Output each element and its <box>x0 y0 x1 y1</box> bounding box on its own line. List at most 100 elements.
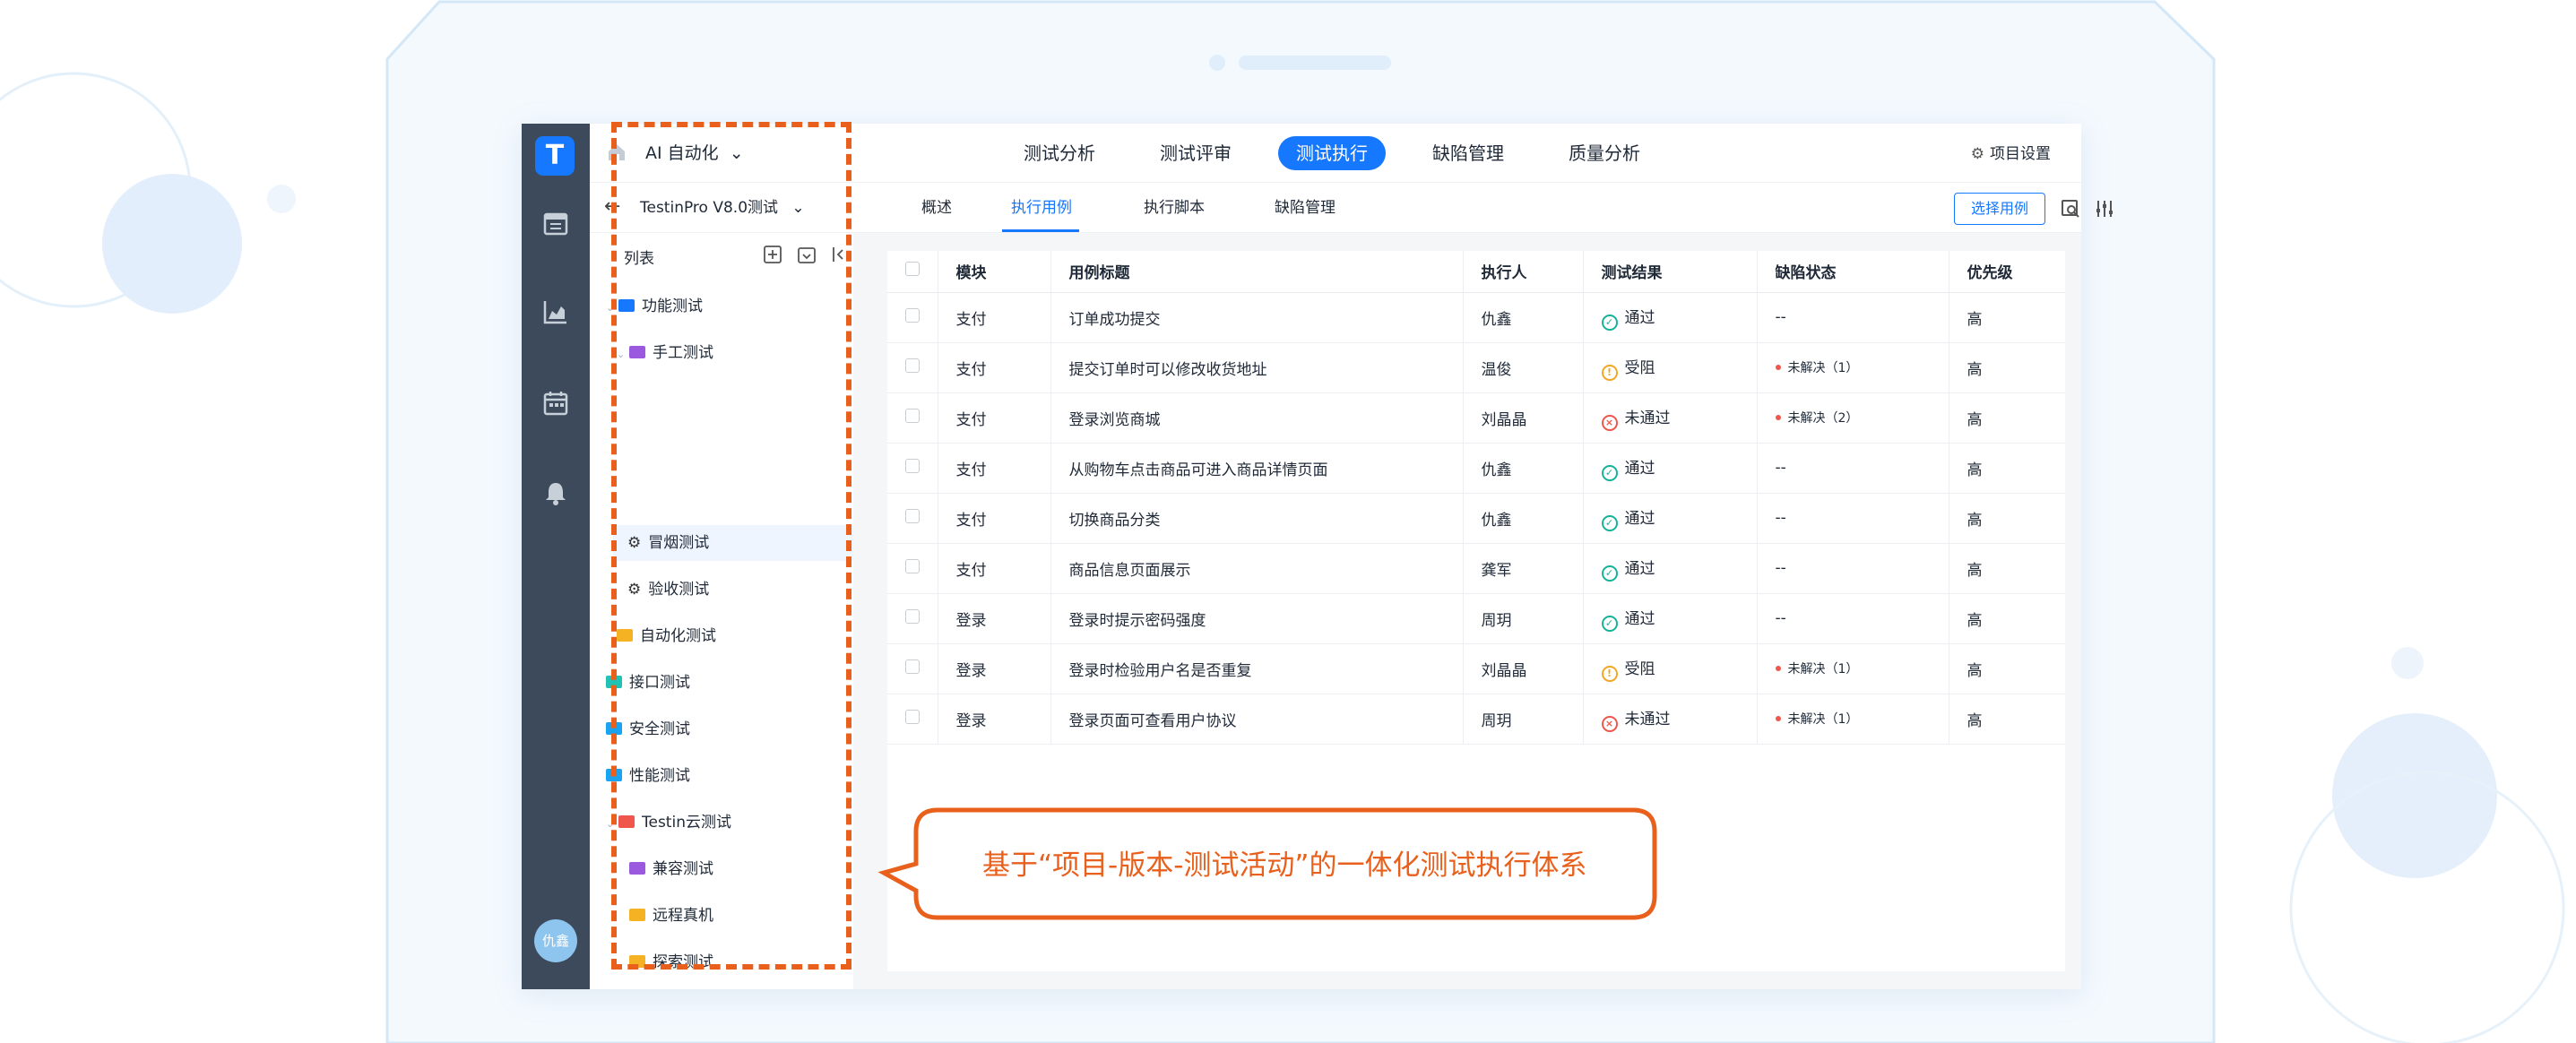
defect-status: -- <box>1775 609 1786 627</box>
row-checkbox[interactable] <box>905 608 920 624</box>
defect-cell: -- <box>1757 493 1949 544</box>
result-cell: ✓ 通过 <box>1583 543 1758 594</box>
result-pass-icon: ✓ <box>1601 514 1618 531</box>
project-settings-button[interactable]: ⚙ 项目设置 <box>1971 142 2051 167</box>
table-row[interactable]: 支付 提交订单时可以修改收货地址 温俊! 受阻 未解决（1） 高 <box>887 342 2065 393</box>
module-cell: 登录 <box>938 593 1051 644</box>
case-title-cell[interactable]: 登录浏览商城 <box>1050 392 1464 444</box>
row-select-cell <box>887 643 938 694</box>
executor-cell: 龚军 <box>1463 543 1584 594</box>
table-row[interactable]: 登录 登录时提示密码强度 周玥 ✓ 通过 -- 高 <box>887 593 2065 644</box>
table-row[interactable]: 支付 订单成功提交 仇鑫 ✓ 通过 -- 高 <box>887 292 2065 343</box>
defect-cell: -- <box>1757 443 1949 494</box>
row-checkbox[interactable] <box>905 659 920 674</box>
subtab-execution-cases[interactable]: 执行用例 <box>1011 195 1072 220</box>
calendar-icon[interactable] <box>541 389 570 418</box>
row-checkbox[interactable] <box>905 408 920 423</box>
calendar-board-icon[interactable] <box>541 210 570 238</box>
module-cell: 支付 <box>938 392 1051 444</box>
executor-cell: 刘晶晶 <box>1463 643 1584 694</box>
result-label: 未通过 <box>1624 409 1671 427</box>
case-title-cell[interactable]: 登录时检验用户名是否重复 <box>1050 643 1464 694</box>
active-tab-indicator <box>1002 229 1079 232</box>
tab-quality-analysis[interactable]: 质量分析 <box>1551 136 1658 170</box>
row-checkbox[interactable] <box>905 558 920 573</box>
panel-divider <box>853 233 887 989</box>
result-cell: × 未通过 <box>1583 694 1758 745</box>
select-case-button[interactable]: 选择用例 <box>1954 193 2045 225</box>
defect-cell: 未解决（1） <box>1757 694 1949 745</box>
executor-cell: 温俊 <box>1463 342 1584 393</box>
table-row[interactable]: 登录 登录时检验用户名是否重复 刘晶晶! 受阻 未解决（1） 高 <box>887 643 2065 694</box>
table-header-row: 模块 用例标题 执行人 测试结果 缺陷状态 优先级 <box>887 251 2065 293</box>
result-label: 通过 <box>1624 308 1655 327</box>
priority-cell: 高 <box>1949 342 2065 393</box>
result-block-icon: ! <box>1601 665 1618 682</box>
result-cell: ! 受阻 <box>1583 643 1758 694</box>
executor-cell: 刘晶晶 <box>1463 392 1584 444</box>
priority-cell: 高 <box>1949 493 2065 544</box>
defect-status[interactable]: 未解决（1） <box>1775 712 1858 727</box>
result-label: 受阻 <box>1624 659 1655 678</box>
row-checkbox[interactable] <box>905 709 920 724</box>
result-pass-icon: ✓ <box>1601 314 1618 331</box>
result-pass-icon: ✓ <box>1601 464 1618 481</box>
bell-icon[interactable] <box>541 478 570 507</box>
column-settings-icon[interactable] <box>2094 198 2115 220</box>
tab-defect-management[interactable]: 缺陷管理 <box>1414 136 1522 170</box>
result-pass-icon: ✓ <box>1601 615 1618 632</box>
module-cell: 支付 <box>938 443 1051 494</box>
column-header[interactable]: 执行人 <box>1463 251 1584 293</box>
table-row[interactable]: 支付 从购物车点击商品可进入商品详情页面 仇鑫 ✓ 通过 -- 高 <box>887 443 2065 494</box>
case-title-cell[interactable]: 登录页面可查看用户协议 <box>1050 694 1464 745</box>
row-checkbox[interactable] <box>905 358 920 373</box>
defect-status-label: 未解决（1） <box>1787 662 1859 677</box>
result-fail-icon: × <box>1601 414 1618 431</box>
chart-icon[interactable] <box>541 297 570 326</box>
column-header[interactable]: 缺陷状态 <box>1757 251 1949 293</box>
tab-test-review[interactable]: 测试评审 <box>1142 136 1249 170</box>
defect-status[interactable]: 未解决（1） <box>1775 662 1859 677</box>
panel-divider-right <box>2065 233 2081 989</box>
subtab-defect-management[interactable]: 缺陷管理 <box>1275 195 1336 220</box>
avatar[interactable]: 仇鑫 <box>534 919 577 962</box>
case-title-cell[interactable]: 切换商品分类 <box>1050 493 1464 544</box>
defect-cell: -- <box>1757 292 1949 343</box>
search-filter-icon[interactable] <box>2060 198 2081 220</box>
column-header[interactable]: 测试结果 <box>1583 251 1758 293</box>
panel-divider-top <box>887 233 2065 251</box>
case-title-cell[interactable]: 订单成功提交 <box>1050 292 1464 343</box>
table-row[interactable]: 支付 商品信息页面展示 龚军 ✓ 通过 -- 高 <box>887 543 2065 594</box>
table-row[interactable]: 登录 登录页面可查看用户协议 周玥 × 未通过 未解决（1） 高 <box>887 694 2065 745</box>
defect-status[interactable]: 未解决（2） <box>1775 411 1858 426</box>
subtab-execution-scripts[interactable]: 执行脚本 <box>1144 195 1205 220</box>
case-title-cell[interactable]: 从购物车点击商品可进入商品详情页面 <box>1050 443 1464 494</box>
column-header[interactable]: 用例标题 <box>1050 251 1464 293</box>
row-checkbox[interactable] <box>905 458 920 473</box>
result-cell: ✓ 通过 <box>1583 443 1758 494</box>
row-select-cell <box>887 694 938 745</box>
defect-cell: 未解决（1） <box>1757 342 1949 393</box>
result-cell: ✓ 通过 <box>1583 292 1758 343</box>
tab-test-execution[interactable]: 测试执行 <box>1278 136 1386 170</box>
column-header[interactable]: 优先级 <box>1949 251 2065 293</box>
select-all-checkbox[interactable] <box>905 262 920 277</box>
defect-status[interactable]: 未解决（1） <box>1775 361 1859 375</box>
logo[interactable]: T <box>535 136 575 176</box>
row-checkbox[interactable] <box>905 307 920 323</box>
select-all-cell <box>887 251 938 293</box>
tab-test-analysis[interactable]: 测试分析 <box>1006 136 1113 170</box>
priority-cell: 高 <box>1949 694 2065 745</box>
defect-status-label: 未解决（1） <box>1787 361 1859 375</box>
case-title-cell[interactable]: 提交订单时可以修改收货地址 <box>1050 342 1464 393</box>
result-label: 通过 <box>1624 509 1655 528</box>
table-row[interactable]: 支付 登录浏览商城 刘晶晶 × 未通过 未解决（2） 高 <box>887 392 2065 444</box>
column-header[interactable]: 模块 <box>938 251 1051 293</box>
status-dot <box>1775 415 1781 420</box>
gear-icon: ⚙ <box>1970 145 1984 163</box>
row-checkbox[interactable] <box>905 508 920 523</box>
case-title-cell[interactable]: 登录时提示密码强度 <box>1050 593 1464 644</box>
case-title-cell[interactable]: 商品信息页面展示 <box>1050 543 1464 594</box>
table-row[interactable]: 支付 切换商品分类 仇鑫 ✓ 通过 -- 高 <box>887 493 2065 544</box>
subtab-overview[interactable]: 概述 <box>921 195 952 220</box>
